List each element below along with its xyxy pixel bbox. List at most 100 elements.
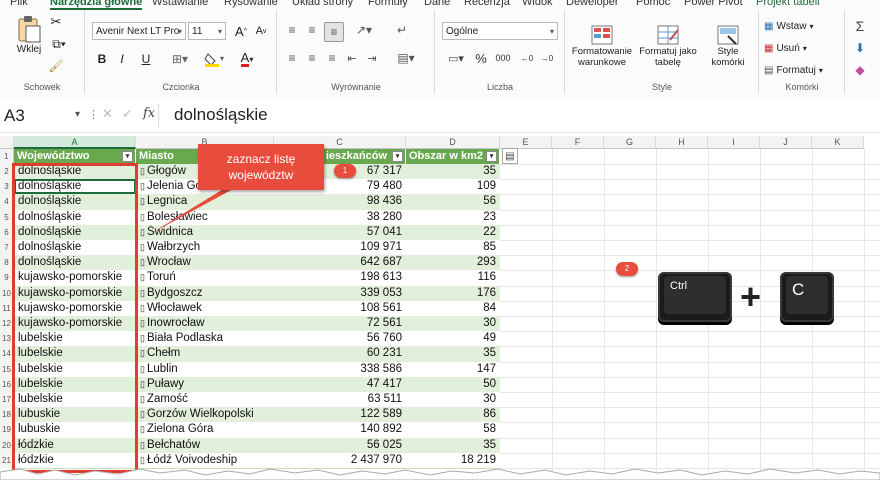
cell-obszar[interactable]: 35 xyxy=(406,164,500,179)
format-painter-icon[interactable]: 🖌 xyxy=(48,58,64,74)
cell-miasto[interactable]: ▯ Zielona Góra xyxy=(136,422,274,437)
cut-icon[interactable]: ✂ xyxy=(48,14,64,30)
cell-liczba-mieszkancow[interactable]: 642 687 xyxy=(274,255,406,270)
cell-miasto[interactable]: ▯ Włocławek xyxy=(136,301,274,316)
cell-styles-button[interactable]: Style komórki xyxy=(702,18,754,74)
cell-miasto[interactable]: ▯ Chełm xyxy=(136,346,274,361)
currency-icon[interactable]: ▭▾ xyxy=(442,50,470,66)
column-header-a[interactable]: A xyxy=(14,136,136,149)
font-size-select[interactable]: 11 ▾ xyxy=(188,22,226,40)
column-header-j[interactable]: J xyxy=(760,136,812,149)
cell-liczba-mieszkancow[interactable]: 339 053 xyxy=(274,286,406,301)
cell-liczba-mieszkancow[interactable]: 56 760 xyxy=(274,331,406,346)
tab-table-design[interactable]: Projekt tabeli xyxy=(756,0,820,8)
cell-miasto[interactable]: ▯ Biała Podlaska xyxy=(136,331,274,346)
clear-icon[interactable]: ◆ xyxy=(850,62,870,78)
cell-miasto[interactable]: ▯ Zamość xyxy=(136,392,274,407)
cell-miasto[interactable]: ▯ Bełchatów xyxy=(136,438,274,453)
cell-obszar[interactable]: 22 xyxy=(406,225,500,240)
tab-developer[interactable]: Deweloper xyxy=(566,0,619,8)
filter-dropdown-icon[interactable]: ▾ xyxy=(392,151,403,162)
column-header-i[interactable]: I xyxy=(708,136,760,149)
cell-obszar[interactable]: 116 xyxy=(406,270,500,285)
cell-miasto[interactable]: ▯ Wrocław xyxy=(136,255,274,270)
row-header[interactable]: 1 xyxy=(0,149,14,165)
percent-button[interactable]: % xyxy=(474,50,488,66)
format-cells-button[interactable]: ▤ Formatuj ▾ xyxy=(764,62,840,78)
thousands-separator-button[interactable]: 000 xyxy=(492,50,514,66)
column-header-f[interactable]: F xyxy=(552,136,604,149)
table-header-wojewodztwo[interactable]: Województwo ▾ xyxy=(14,149,136,164)
cell-miasto[interactable]: ▯ Lublin xyxy=(136,362,274,377)
cell-miasto[interactable]: ▯ Toruń xyxy=(136,270,274,285)
font-name-select[interactable]: Avenir Next LT Pro ▾ xyxy=(92,22,186,40)
borders-icon[interactable]: ⊞▾ xyxy=(168,50,192,68)
column-header-k[interactable]: K xyxy=(812,136,864,149)
cell-miasto[interactable]: ▯ Wałbrzych xyxy=(136,240,274,255)
insert-cells-button[interactable]: ▦ Wstaw ▾ xyxy=(764,18,840,34)
fill-icon[interactable]: ⬇ xyxy=(850,40,870,56)
name-box[interactable]: A3 ▾ xyxy=(4,106,82,126)
tab-power-pivot[interactable]: Power Pivot xyxy=(684,0,743,8)
cell-liczba-mieszkancow[interactable]: 56 025 xyxy=(274,438,406,453)
cancel-icon[interactable]: ✕ xyxy=(102,106,113,122)
number-format-select[interactable]: Ogólne ▾ xyxy=(442,22,558,40)
cell-obszar[interactable]: 58 xyxy=(406,422,500,437)
cell-obszar[interactable]: 56 xyxy=(406,194,500,209)
filter-dropdown-icon[interactable]: ▾ xyxy=(486,151,497,162)
cell-liczba-mieszkancow[interactable]: 72 561 xyxy=(274,316,406,331)
italic-button[interactable]: I xyxy=(114,50,130,68)
cell-obszar[interactable]: 30 xyxy=(406,392,500,407)
table-header-obszar[interactable]: Obszar w km2 ▾ xyxy=(406,149,500,164)
format-as-table-button[interactable]: Formatuj jako tabelę xyxy=(636,18,700,74)
align-right-icon[interactable]: ≡ xyxy=(324,50,340,66)
cell-liczba-mieszkancow[interactable]: 338 586 xyxy=(274,362,406,377)
tab-file[interactable]: Plik xyxy=(10,0,28,8)
cell-liczba-mieszkancow[interactable]: 140 892 xyxy=(274,422,406,437)
tab-home[interactable]: Narzędzia główne xyxy=(50,0,143,10)
autosum-button[interactable]: Σ xyxy=(850,18,870,34)
column-header-h[interactable]: H xyxy=(656,136,708,149)
cell-liczba-mieszkancow[interactable]: 198 613 xyxy=(274,270,406,285)
cell-obszar[interactable]: 30 xyxy=(406,316,500,331)
decrease-indent-icon[interactable]: ⇤ xyxy=(344,50,360,66)
select-all-corner[interactable] xyxy=(0,136,14,149)
cell-obszar[interactable]: 176 xyxy=(406,286,500,301)
cell-obszar[interactable]: 293 xyxy=(406,255,500,270)
cell-obszar[interactable]: 85 xyxy=(406,240,500,255)
underline-button[interactable]: U xyxy=(134,50,158,68)
tab-insert[interactable]: Wstawianie xyxy=(152,0,208,8)
fill-color-button[interactable]: ▾ xyxy=(202,50,228,68)
align-left-icon[interactable]: ≡ xyxy=(284,50,300,66)
tab-draw[interactable]: Rysowanie xyxy=(224,0,278,8)
tab-view[interactable]: Widok xyxy=(522,0,553,8)
merge-cells-icon[interactable]: ▤▾ xyxy=(394,50,418,66)
formula-input[interactable]: dolnośląskie xyxy=(174,105,268,125)
conditional-formatting-button[interactable]: Formatowanie warunkowe xyxy=(570,18,634,74)
column-header-g[interactable]: G xyxy=(604,136,656,149)
grow-font-button[interactable]: A ^ xyxy=(232,22,250,40)
cell-liczba-mieszkancow[interactable]: 122 589 xyxy=(274,407,406,422)
cell-miasto[interactable]: ▯ Bydgoszcz xyxy=(136,286,274,301)
delete-cells-button[interactable]: ▦ Usuń ▾ xyxy=(764,40,840,56)
increase-decimal-icon[interactable]: ←0 xyxy=(518,50,536,66)
cell-liczba-mieszkancow[interactable]: 47 417 xyxy=(274,377,406,392)
tab-review[interactable]: Recenzja xyxy=(464,0,510,8)
cell-obszar[interactable]: 49 xyxy=(406,331,500,346)
cell-obszar[interactable]: 23 xyxy=(406,210,500,225)
cell-obszar[interactable]: 86 xyxy=(406,407,500,422)
shrink-font-button[interactable]: Av xyxy=(252,22,270,40)
font-color-button[interactable]: A ▾ xyxy=(234,50,260,68)
tab-page-layout[interactable]: Układ strony xyxy=(292,0,353,8)
cell-obszar[interactable]: 84 xyxy=(406,301,500,316)
align-bottom-icon[interactable]: ≡ xyxy=(324,22,344,42)
quick-analysis-icon[interactable]: ▤ xyxy=(502,148,518,164)
align-top-icon[interactable]: ≡ xyxy=(284,22,300,38)
cell-miasto[interactable]: ▯ Puławy xyxy=(136,377,274,392)
decrease-decimal-icon[interactable]: →0 xyxy=(538,50,556,66)
cell-obszar[interactable]: 109 xyxy=(406,179,500,194)
function-icon[interactable]: fx xyxy=(143,106,155,121)
cell-liczba-mieszkancow[interactable]: 109 971 xyxy=(274,240,406,255)
cell-liczba-mieszkancow[interactable]: 108 561 xyxy=(274,301,406,316)
cell-miasto[interactable]: ▯ Gorzów Wielkopolski xyxy=(136,407,274,422)
